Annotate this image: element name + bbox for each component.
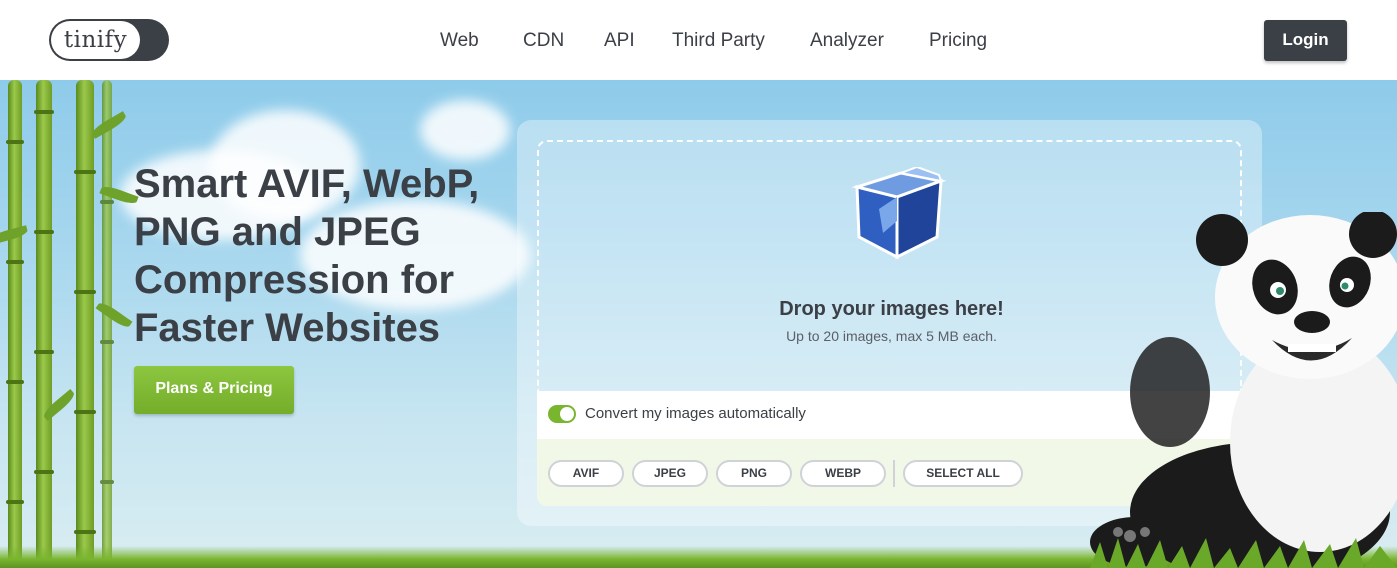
convert-label: Convert my images automatically <box>585 405 806 422</box>
format-png-button[interactable]: PNG <box>716 460 792 487</box>
nav-web[interactable]: Web <box>440 28 479 54</box>
nav-pricing[interactable]: Pricing <box>929 28 987 54</box>
nav-cdn[interactable]: CDN <box>523 28 564 54</box>
bamboo-stalk <box>6 80 24 568</box>
bamboo-stalk <box>34 80 54 568</box>
main-nav: Web CDN API Third Party Analyzer Pricing <box>0 28 1397 54</box>
format-webp-button[interactable]: WEBP <box>800 460 886 487</box>
hero-section: Smart AVIF, WebP, PNG and JPEG Compressi… <box>0 80 1397 568</box>
format-jpeg-button[interactable]: JPEG <box>632 460 708 487</box>
convert-toggle[interactable] <box>548 405 576 423</box>
bamboo-stalk <box>100 80 114 568</box>
select-all-button[interactable]: SELECT ALL <box>903 460 1023 487</box>
panda-mascot-illustration <box>1090 212 1397 568</box>
login-button[interactable]: Login <box>1264 20 1347 61</box>
cloud-decoration <box>420 100 510 160</box>
bamboo-stalk <box>74 80 96 568</box>
cardboard-box-icon <box>851 167 947 260</box>
plans-pricing-button[interactable]: Plans & Pricing <box>134 366 294 414</box>
format-divider <box>893 460 895 487</box>
nav-api[interactable]: API <box>604 28 635 54</box>
hero-headline: Smart AVIF, WebP, PNG and JPEG Compressi… <box>134 162 480 350</box>
nav-analyzer[interactable]: Analyzer <box>810 28 884 54</box>
site-header: tinify Web CDN API Third Party Analyzer … <box>0 0 1397 80</box>
format-avif-button[interactable]: AVIF <box>548 460 624 487</box>
nav-third-party[interactable]: Third Party <box>672 28 765 54</box>
toggle-knob <box>560 407 574 421</box>
